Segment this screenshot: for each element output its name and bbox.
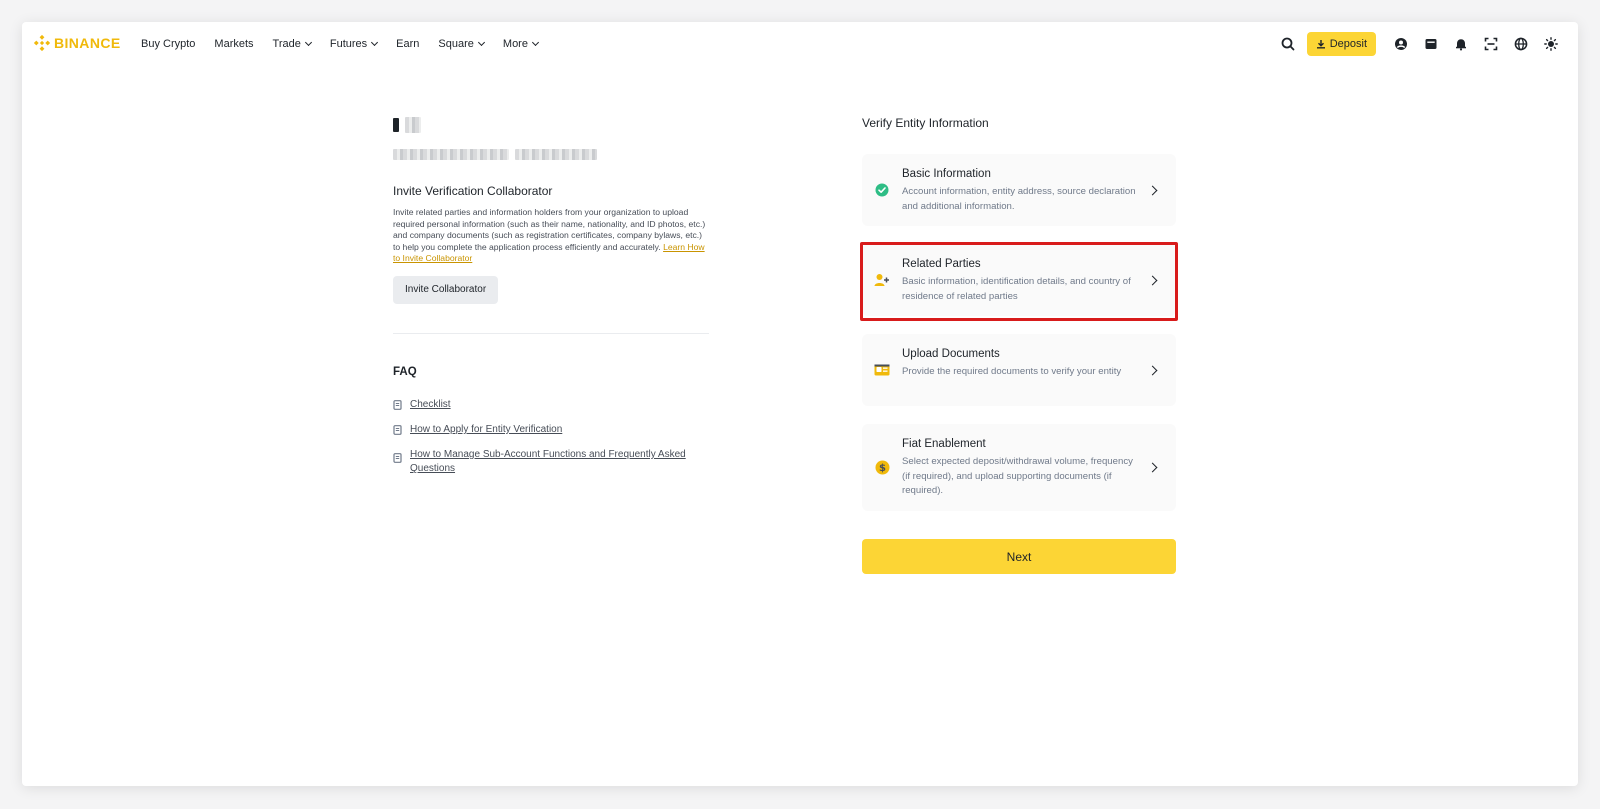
divider bbox=[393, 332, 709, 334]
card-description: Basic information, identification detail… bbox=[902, 276, 1131, 302]
invite-title: Invite Verification Collaborator bbox=[393, 184, 553, 198]
invite-desc-text: Invite related parties and information h… bbox=[393, 207, 706, 252]
right-column: Verify Entity Information Basic Informat… bbox=[860, 116, 1178, 574]
chevron-down-icon bbox=[531, 38, 540, 47]
chevron-down-icon bbox=[371, 38, 379, 47]
chevron-right-icon bbox=[1147, 462, 1158, 473]
card-text: Fiat Enablement Select expected deposit/… bbox=[902, 438, 1142, 499]
invite-collaborator-button[interactable]: Invite Collaborator bbox=[393, 275, 499, 304]
redacted-block bbox=[393, 148, 509, 160]
globe-icon[interactable] bbox=[1506, 29, 1536, 59]
card-text: Basic Information Account information, e… bbox=[902, 168, 1142, 214]
verify-entity-title: Verify Entity Information bbox=[862, 116, 989, 130]
nav-futures[interactable]: Futures bbox=[329, 38, 379, 50]
binance-logo[interactable]: BINANCE bbox=[34, 35, 121, 51]
wallet-icon[interactable] bbox=[1416, 29, 1446, 59]
card-text: Related Parties Basic information, ident… bbox=[902, 258, 1142, 304]
nav-label: Markets bbox=[214, 38, 254, 50]
top-nav-bar: BINANCE Buy Crypto Markets Trade Futures… bbox=[22, 22, 1578, 66]
search-icon[interactable] bbox=[1273, 29, 1303, 59]
nav-more[interactable]: More bbox=[502, 38, 540, 50]
card-text: Upload Documents Provide the required do… bbox=[902, 348, 1142, 380]
nav-earn[interactable]: Earn bbox=[396, 38, 419, 50]
invite-description: Invite related parties and information h… bbox=[393, 207, 709, 265]
chevron-right-icon bbox=[1147, 185, 1158, 195]
main-nav: Buy Crypto Markets Trade Futures Earn Sq… bbox=[141, 22, 540, 66]
card-related-parties[interactable]: Related Parties Basic information, ident… bbox=[862, 244, 1176, 316]
nav-markets[interactable]: Markets bbox=[214, 38, 253, 50]
card-fiat-enablement[interactable]: $ Fiat Enablement Select expected deposi… bbox=[862, 424, 1176, 511]
card-description: Select expected deposit/withdrawal volum… bbox=[902, 456, 1133, 496]
nav-label: Square bbox=[438, 38, 474, 50]
id-card-icon bbox=[874, 362, 890, 378]
card-title: Related Parties bbox=[902, 258, 981, 270]
redacted-block bbox=[515, 148, 597, 160]
qr-scan-icon[interactable] bbox=[1476, 29, 1506, 59]
faq-title: FAQ bbox=[393, 365, 417, 378]
binance-logo-icon bbox=[34, 35, 50, 51]
nav-buy-crypto[interactable]: Buy Crypto bbox=[141, 38, 195, 50]
account-name-redacted bbox=[393, 116, 709, 134]
card-description: Account information, entity address, sou… bbox=[902, 186, 1136, 212]
theme-icon[interactable] bbox=[1536, 29, 1566, 59]
browser-window: BINANCE Buy Crypto Markets Trade Futures… bbox=[22, 22, 1578, 786]
svg-text:$: $ bbox=[879, 463, 886, 474]
nav-square[interactable]: Square bbox=[438, 38, 485, 50]
download-icon bbox=[1316, 40, 1325, 49]
nav-label: Buy Crypto bbox=[141, 38, 196, 50]
card-description: Provide the required documents to verify… bbox=[902, 366, 1122, 377]
dollar-coin-icon: $ bbox=[874, 460, 890, 476]
faq-item: How to Manage Sub-Account Functions and … bbox=[393, 448, 709, 476]
nav-label: Earn bbox=[396, 38, 420, 50]
document-icon bbox=[393, 425, 402, 435]
nav-label: Trade bbox=[272, 38, 301, 50]
account-email-redacted bbox=[393, 148, 709, 160]
faq-link-sub-account[interactable]: How to Manage Sub-Account Functions and … bbox=[410, 448, 700, 476]
faq-link-checklist[interactable]: Checklist bbox=[410, 398, 451, 412]
profile-icon[interactable] bbox=[1386, 29, 1416, 59]
card-title: Fiat Enablement bbox=[902, 438, 986, 450]
redacted-char bbox=[393, 118, 399, 132]
card-title: Upload Documents bbox=[902, 348, 1000, 360]
nav-label: Futures bbox=[329, 38, 368, 50]
deposit-button[interactable]: Deposit bbox=[1306, 32, 1376, 56]
document-icon bbox=[393, 400, 402, 410]
card-basic-information[interactable]: Basic Information Account information, e… bbox=[862, 154, 1176, 226]
next-button[interactable]: Next bbox=[862, 539, 1176, 574]
chevron-down-icon bbox=[304, 38, 312, 47]
faq-list: Checklist How to Apply for Entity Verifi… bbox=[393, 398, 709, 476]
chevron-right-icon bbox=[1147, 275, 1158, 285]
check-circle-icon bbox=[874, 182, 890, 198]
brand-name: BINANCE bbox=[54, 35, 121, 51]
deposit-label: Deposit bbox=[1329, 38, 1367, 50]
left-column: Invite Verification Collaborator Invite … bbox=[393, 116, 709, 487]
nav-label: More bbox=[502, 38, 528, 50]
document-icon bbox=[393, 453, 402, 463]
chevron-right-icon bbox=[1147, 365, 1158, 375]
user-add-icon bbox=[874, 272, 890, 288]
nav-trade[interactable]: Trade bbox=[272, 38, 312, 50]
redacted-block bbox=[405, 117, 421, 133]
faq-item: How to Apply for Entity Verification bbox=[393, 423, 709, 437]
header-actions: Deposit bbox=[1273, 22, 1566, 66]
card-upload-documents[interactable]: Upload Documents Provide the required do… bbox=[862, 334, 1176, 406]
bell-icon[interactable] bbox=[1446, 29, 1476, 59]
faq-item: Checklist bbox=[393, 398, 709, 412]
chevron-down-icon bbox=[477, 38, 485, 47]
card-title: Basic Information bbox=[902, 168, 991, 180]
faq-link-apply-entity[interactable]: How to Apply for Entity Verification bbox=[410, 423, 562, 437]
